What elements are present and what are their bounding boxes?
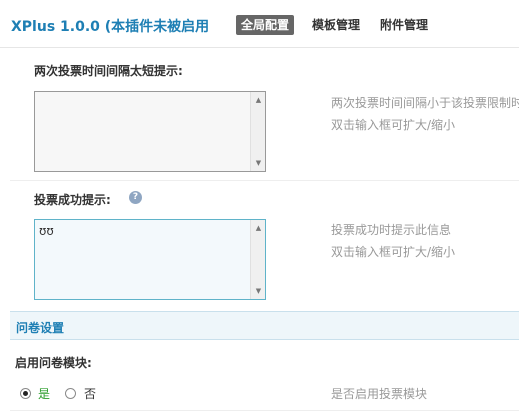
success-message-input[interactable]: ʊʊ <box>35 220 250 299</box>
divider <box>10 180 519 181</box>
tab-global-config[interactable]: 全局配置 <box>236 15 295 35</box>
enable-yes-radio[interactable] <box>20 388 31 399</box>
tab-template-management[interactable]: 模板管理 <box>307 15 365 35</box>
help-icon[interactable]: ? <box>129 191 142 204</box>
enable-questionnaire-label: 启用问卷模块: <box>15 356 92 370</box>
interval-warning-hint: 两次投票时间间隔小于该投票限制时 双击输入框可扩大/缩小 <box>331 92 519 136</box>
success-message-textarea-box: ʊʊ ▲ ▼ <box>34 219 266 300</box>
enable-no-radio[interactable] <box>65 388 76 399</box>
interval-warning-hint-line2: 双击输入框可扩大/缩小 <box>331 118 456 132</box>
interval-warning-label: 两次投票时间间隔太短提示: <box>34 64 183 78</box>
interval-warning-input[interactable] <box>35 92 250 171</box>
success-message-hint: 投票成功时提示此信息 双击输入框可扩大/缩小 <box>331 219 455 263</box>
tab-attachment-management[interactable]: 附件管理 <box>375 15 433 35</box>
section-title: 问卷设置 <box>16 321 65 335</box>
scroll-down-arrow-icon[interactable]: ▼ <box>251 284 266 298</box>
app-title: XPlus 1.0.0 (本插件未被启用 <box>11 19 210 35</box>
success-message-hint-line1: 投票成功时提示此信息 <box>331 223 452 237</box>
interval-warning-hint-line1: 两次投票时间间隔小于该投票限制时 <box>331 96 519 110</box>
success-message-scrollbar[interactable]: ▲ ▼ <box>250 220 265 299</box>
success-message-hint-line2: 双击输入框可扩大/缩小 <box>331 245 456 259</box>
questionnaire-section-header: 问卷设置 <box>10 311 519 340</box>
enable-questionnaire-hint: 是否启用投票模块 <box>331 387 428 401</box>
scroll-down-arrow-icon[interactable]: ▼ <box>251 156 266 170</box>
enable-no-label[interactable]: 否 <box>84 385 96 402</box>
divider <box>10 410 519 411</box>
interval-warning-textarea-box: ▲ ▼ <box>34 91 266 172</box>
enable-yes-label[interactable]: 是 <box>38 385 50 402</box>
scroll-up-arrow-icon[interactable]: ▲ <box>251 93 266 107</box>
header: XPlus 1.0.0 (本插件未被启用 全局配置 模板管理 附件管理 <box>0 0 519 48</box>
success-message-label: 投票成功提示: <box>34 193 111 207</box>
interval-warning-scrollbar[interactable]: ▲ ▼ <box>250 92 265 171</box>
scroll-up-arrow-icon[interactable]: ▲ <box>251 221 266 235</box>
